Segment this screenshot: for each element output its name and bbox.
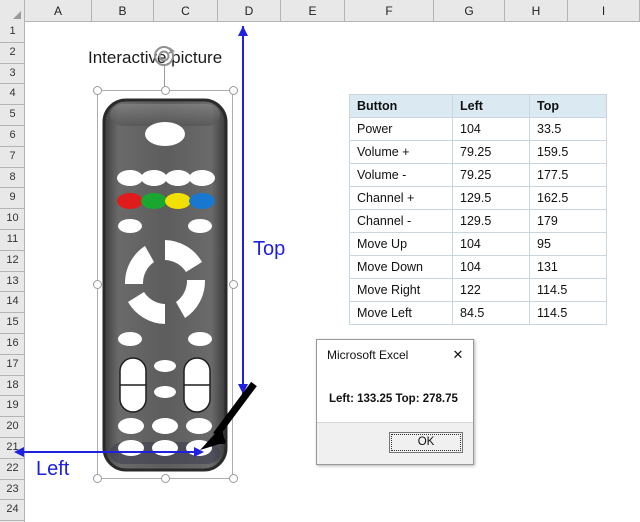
table-cell-4-0: Channel - — [349, 209, 453, 233]
table-cell-1-2: 159.5 — [529, 140, 607, 164]
row-header-6[interactable]: 6 — [0, 126, 25, 147]
table-cell-4-2: 179 — [529, 209, 607, 233]
table-cell-2-1: 79.25 — [452, 163, 530, 187]
dialog-message: Left: 133.25 Top: 278.75 — [329, 393, 458, 405]
resize-handle-0-2[interactable] — [229, 86, 238, 95]
table-cell-1-0: Volume + — [349, 140, 453, 164]
row-header-5[interactable]: 5 — [0, 105, 25, 126]
black-pointer-arrow — [200, 381, 257, 450]
table-cell-5-1: 104 — [452, 232, 530, 256]
column-header-e[interactable]: E — [281, 0, 345, 22]
table-cell-6-2: 131 — [529, 255, 607, 279]
top-measure-arrowhead-up — [238, 26, 248, 36]
table-header-row: Button Left Top — [349, 94, 607, 118]
row-header-4[interactable]: 4 — [0, 84, 25, 106]
row-header-22[interactable]: 22 — [0, 459, 25, 480]
table-cell-7-2: 114.5 — [529, 278, 607, 302]
row-header-17[interactable]: 17 — [0, 355, 25, 376]
row-header-7[interactable]: 7 — [0, 147, 25, 168]
resize-handle-0-0[interactable] — [93, 86, 102, 95]
dialog-footer: OK — [317, 422, 473, 464]
table-cell-0-1: 104 — [452, 117, 530, 141]
table-row: Move Down 104 131 — [349, 255, 607, 279]
ok-button[interactable]: OK — [389, 432, 463, 453]
table-cell-8-0: Move Left — [349, 301, 453, 325]
select-all-triangle — [13, 11, 21, 19]
resize-handle-2-1[interactable] — [161, 474, 170, 483]
table-header-left: Left — [452, 94, 530, 118]
column-header-g[interactable]: G — [434, 0, 505, 22]
close-icon[interactable]: ✕ — [449, 346, 467, 364]
table-cell-8-1: 84.5 — [452, 301, 530, 325]
row-header-23[interactable]: 23 — [0, 480, 25, 501]
resize-handle-1-0[interactable] — [93, 280, 102, 289]
row-header-9[interactable]: 9 — [0, 188, 25, 210]
column-header-b[interactable]: B — [92, 0, 154, 22]
table-cell-6-0: Move Down — [349, 255, 453, 279]
row-header-18[interactable]: 18 — [0, 376, 25, 397]
row-header-11[interactable]: 11 — [0, 230, 25, 251]
table-cell-0-0: Power — [349, 117, 453, 141]
left-measure-label: Left — [36, 458, 70, 480]
resize-handle-0-1[interactable] — [161, 86, 170, 95]
resize-handle-1-2[interactable] — [229, 280, 238, 289]
column-header-i[interactable]: I — [568, 0, 640, 22]
row-header-13[interactable]: 13 — [0, 272, 25, 293]
table-cell-8-2: 114.5 — [529, 301, 607, 325]
table-cell-0-2: 33.5 — [529, 117, 607, 141]
row-header-10[interactable]: 10 — [0, 209, 25, 230]
left-measure-arrowhead-left — [14, 447, 24, 457]
row-header-16[interactable]: 16 — [0, 334, 25, 355]
table-row: Volume +79.25 159.5 — [349, 140, 607, 164]
row-header-2[interactable]: 2 — [0, 43, 25, 64]
table-cell-2-0: Volume - — [349, 163, 453, 187]
row-header-15[interactable]: 15 — [0, 313, 25, 334]
table-row: Move Left 84.5 114.5 — [349, 301, 607, 325]
table-row: Channel -129.5 179 — [349, 209, 607, 233]
table-row: Move Right 122 114.5 — [349, 278, 607, 302]
row-header-12[interactable]: 12 — [0, 251, 25, 272]
table-cell-6-1: 104 — [452, 255, 530, 279]
table-row: Volume -79.25 177.5 — [349, 163, 607, 187]
top-measure-label: Top — [253, 238, 286, 260]
table-row: Channel +129.5 162.5 — [349, 186, 607, 210]
table-cell-7-0: Move Right — [349, 278, 453, 302]
top-measure-line — [242, 26, 244, 394]
resize-handle-2-2[interactable] — [229, 474, 238, 483]
table-header-button: Button — [349, 94, 453, 118]
table-row: Move Up 104 95 — [349, 232, 607, 256]
dialog-title: Microsoft Excel — [327, 348, 409, 362]
table-cell-3-1: 129.5 — [452, 186, 530, 210]
column-header-a[interactable]: A — [25, 0, 92, 22]
excel-message-dialog: Microsoft Excel ✕ Left: 133.25 Top: 278.… — [316, 339, 474, 465]
button-coordinates-table: Button Left Top Power 104 33.5 Volume +79.2… — [349, 94, 607, 325]
table-cell-7-1: 122 — [452, 278, 530, 302]
column-header-h[interactable]: H — [505, 0, 568, 22]
rotate-icon[interactable] — [152, 44, 176, 68]
table-cell-5-0: Move Up — [349, 232, 453, 256]
dialog-title-bar: Microsoft Excel ✕ — [317, 340, 473, 370]
row-header-20[interactable]: 20 — [0, 417, 25, 438]
table-cell-4-1: 129.5 — [452, 209, 530, 233]
column-header-d[interactable]: D — [218, 0, 281, 22]
left-measure-line — [18, 451, 201, 453]
table-header-top: Top — [529, 94, 607, 118]
table-cell-2-2: 177.5 — [529, 163, 607, 187]
table-row: Power 104 33.5 — [349, 117, 607, 141]
table-cell-1-1: 79.25 — [452, 140, 530, 164]
row-header-1[interactable]: 1 — [0, 22, 25, 43]
row-header-14[interactable]: 14 — [0, 292, 25, 314]
column-header-c[interactable]: C — [154, 0, 218, 22]
row-header-24[interactable]: 24 — [0, 500, 25, 522]
excel-worksheet: ABCDEFGHI 1 2 3 4 5 6 7 8 9 10 11 12 13 14 15 16 17 18 19 2… — [0, 0, 640, 522]
column-header-f[interactable]: F — [345, 0, 434, 22]
resize-handle-2-0[interactable] — [93, 474, 102, 483]
table-cell-3-0: Channel + — [349, 186, 453, 210]
table-cell-3-2: 162.5 — [529, 186, 607, 210]
row-header-8[interactable]: 8 — [0, 168, 25, 189]
select-all-corner[interactable] — [0, 0, 25, 22]
table-cell-5-2: 95 — [529, 232, 607, 256]
row-header-19[interactable]: 19 — [0, 396, 25, 418]
row-header-3[interactable]: 3 — [0, 64, 25, 85]
